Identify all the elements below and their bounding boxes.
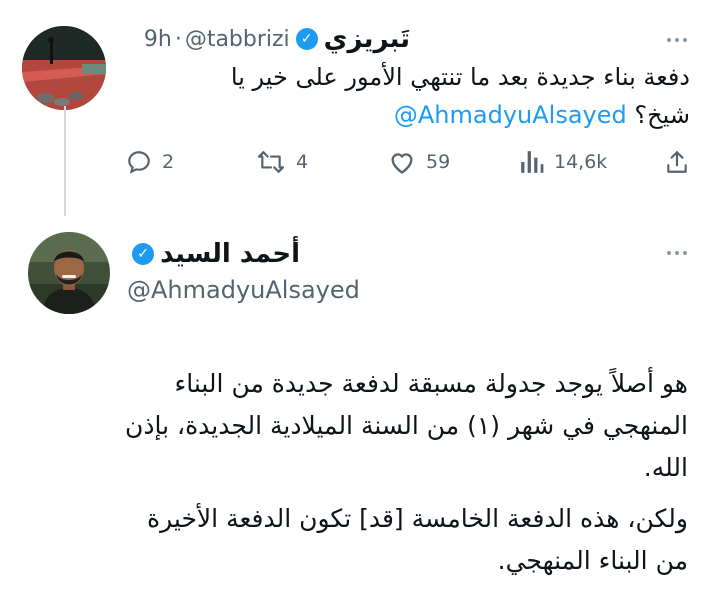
share-icon (667, 151, 687, 173)
tweet-header: تَبريزي ✓ @tabbrizi · 9h (144, 24, 410, 54)
views-count: 14,6k (554, 151, 608, 173)
avatar-tabbrizi[interactable] (22, 26, 106, 110)
avatar-image (22, 26, 106, 110)
retweet-count: 4 (296, 151, 309, 173)
views-icon (521, 151, 544, 173)
tweet-body-line: من البناء المنهجي. (497, 546, 688, 575)
user-handle[interactable]: @AhmadyuAlsayed (127, 276, 360, 304)
like-count: 59 (426, 151, 451, 173)
tweet-body-line: المنهجي في شهر (١) من السنة الميلادية ال… (125, 411, 688, 440)
verified-badge-icon: ✓ (295, 28, 318, 50)
avatar-image (28, 232, 110, 314)
tweet-text-word: شيخ؟ (634, 101, 690, 129)
reply-count: 2 (162, 151, 175, 173)
tweet-body-line: ولكن، هذه الدفعة الخامسة [قد] تكون الدفع… (147, 504, 688, 533)
tweet-time[interactable]: 9h (144, 27, 172, 52)
like-button[interactable]: 59 (388, 149, 450, 175)
thread-connector (64, 106, 66, 216)
tweet-action-bar: 2 4 59 14,6k (0, 145, 720, 181)
time-separator: · (174, 26, 182, 52)
tweet-body-line: هو أصلاً يوجد جدولة مسبقة لدفعة جديدة من… (174, 369, 688, 398)
more-options-icon[interactable] (667, 251, 687, 255)
views-button[interactable]: 14,6k (520, 149, 607, 175)
reply-button[interactable]: 2 (126, 149, 174, 175)
retweet-button[interactable]: 4 (256, 149, 308, 175)
more-options-icon[interactable] (667, 38, 687, 42)
tweet-text-line2: شيخ؟ @AhmadyuAlsayed (394, 98, 690, 132)
display-name[interactable]: تَبريزي (324, 24, 410, 54)
retweet-icon (258, 151, 284, 173)
tweet-header: أحمد السيد ✓ (126, 238, 300, 270)
reply-icon (128, 151, 150, 174)
tweet-body-line: الله. (643, 453, 688, 482)
user-handle[interactable]: @tabbrizi (185, 27, 290, 52)
mention-link[interactable]: @AhmadyuAlsayed (394, 101, 627, 129)
verified-badge-icon: ✓ (132, 243, 155, 265)
tweet-text-line1: دفعة بناء جديدة بعد ما تنتهي الأمور على … (230, 63, 690, 91)
display-name[interactable]: أحمد السيد (160, 239, 300, 269)
avatar-ahmadyualsayed[interactable] (28, 232, 110, 314)
heart-icon (391, 153, 413, 174)
share-button[interactable] (664, 149, 690, 175)
